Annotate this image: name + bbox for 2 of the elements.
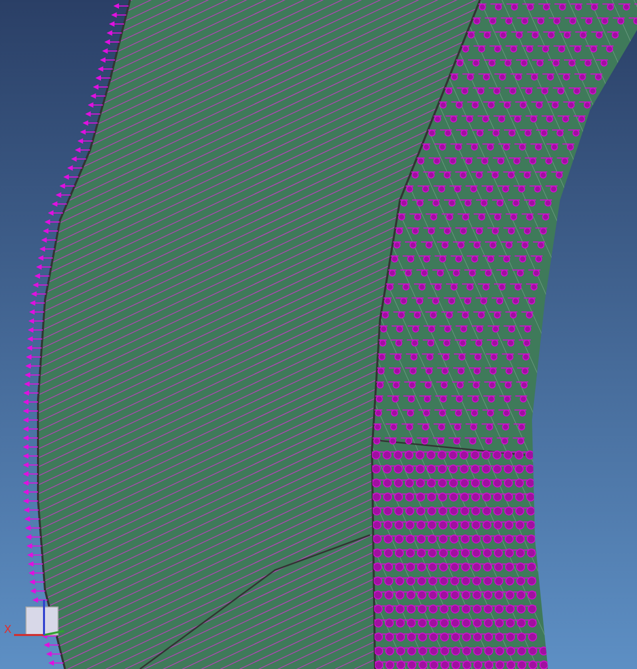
axis-label: X bbox=[4, 624, 12, 635]
view-triad-icon bbox=[14, 600, 64, 636]
